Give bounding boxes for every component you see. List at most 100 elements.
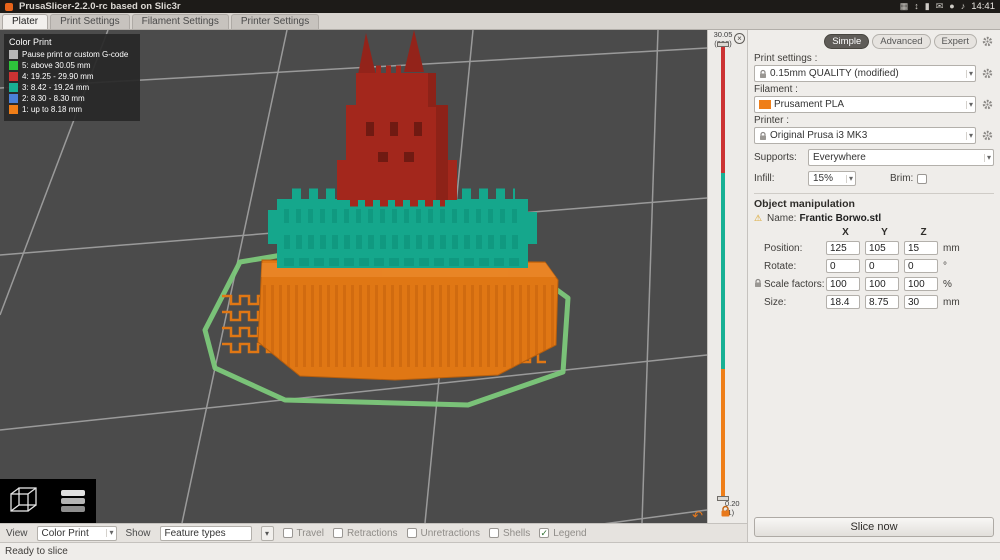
unretractions-checkbox-group: Unretractions (406, 528, 480, 539)
chevron-down-icon: ▾ (965, 131, 973, 140)
position-x-input[interactable] (826, 241, 860, 255)
print-settings-label: Print settings : (754, 53, 818, 64)
filament-gear-icon[interactable] (980, 99, 994, 110)
axis-x-label: X (842, 227, 849, 238)
status-bar: Ready to slice (0, 542, 1000, 560)
retractions-checkbox[interactable] (332, 528, 343, 538)
axis-z-label: Z (920, 227, 927, 238)
volume-icon[interactable]: ♪ (961, 2, 966, 11)
travel-checkbox-group: Travel (282, 528, 324, 539)
retractions-checkbox-group: Retractions (332, 528, 398, 539)
position-z-input[interactable] (904, 241, 938, 255)
preview-view-button[interactable] (48, 479, 96, 523)
rotate-y-input[interactable] (865, 259, 899, 273)
mode-expert-button[interactable]: Expert (933, 34, 977, 49)
shells-checkbox[interactable] (488, 528, 499, 538)
chevron-down-icon: ▾ (106, 529, 114, 537)
scale-row: Scale factors: % (754, 277, 994, 291)
title-bar: PrusaSlicer-2.2.0-rc based on Slic3r ▦ ↕… (0, 0, 1000, 13)
lock-icon (760, 131, 766, 140)
scale-y-input[interactable] (865, 277, 899, 291)
network-icon[interactable]: ↕ (914, 2, 919, 11)
sidebar: Simple Advanced Expert Print settings : … (747, 30, 1000, 542)
axis-header: X Y Z (754, 227, 994, 238)
slice-now-button[interactable]: Slice now (754, 517, 994, 537)
show-features-select[interactable]: Feature types (159, 525, 252, 541)
scale-z-input[interactable] (904, 277, 938, 291)
clock[interactable]: 14:41 (971, 1, 995, 12)
bluetooth-icon[interactable]: ● (949, 2, 954, 11)
legend-swatch (9, 94, 18, 103)
legend-item: 1: up to 8.18 mm (9, 105, 135, 114)
rotate-x-input[interactable] (826, 259, 860, 273)
cube-icon (10, 487, 37, 512)
layer-slider-segment (721, 369, 725, 498)
filament-label: Filament : (754, 84, 798, 95)
tab-printer-settings[interactable]: Printer Settings (230, 14, 320, 29)
app-icon (5, 2, 13, 11)
view-label: View (6, 527, 28, 539)
chevron-down-icon: ▾ (965, 100, 973, 109)
mail-icon[interactable]: ✉ (936, 2, 944, 11)
keyboard-indicator-icon[interactable]: ▦ (900, 2, 909, 11)
print-settings-select[interactable]: 0.15mm QUALITY (modified) ▾ (754, 65, 976, 82)
printer-select[interactable]: Original Prusa i3 MK3 ▾ (754, 127, 976, 144)
3d-viewport[interactable]: Color Print Pause print or custom G-code… (0, 30, 707, 523)
filament-select[interactable]: Prusament PLA ▾ (754, 96, 976, 113)
mode-gear-icon[interactable] (980, 36, 994, 47)
rotate-row: Rotate: ° (754, 259, 994, 273)
mode-simple-button[interactable]: Simple (824, 34, 870, 49)
legend-item: 5: above 30.05 mm (9, 61, 135, 70)
supports-select[interactable]: Everywhere ▾ (808, 149, 994, 166)
size-y-input[interactable] (865, 295, 899, 309)
battery-icon[interactable]: ▮ (925, 2, 930, 11)
legend-item: 2: 8.30 - 8.30 mm (9, 94, 135, 103)
uniform-scale-lock-icon[interactable] (754, 278, 764, 291)
rotate-z-input[interactable] (904, 259, 938, 273)
legend-title: Color Print (9, 37, 52, 47)
legend-item: 3: 8.42 - 19.24 mm (9, 83, 135, 92)
view-select[interactable]: Color Print ▾ (36, 525, 117, 541)
mode-advanced-button[interactable]: Advanced (872, 34, 931, 49)
lock-icon (760, 69, 766, 78)
warning-icon: ⚠ (754, 213, 763, 223)
chevron-down-icon: ▾ (983, 153, 991, 162)
layer-slider-segment (721, 173, 725, 369)
color-print-legend: Color Print Pause print or custom G-code… (4, 34, 140, 121)
legend-swatch (9, 61, 18, 70)
layer-slider-upper-handle[interactable] (717, 42, 729, 47)
scale-x-input[interactable] (826, 277, 860, 291)
object-name-value: Frantic Borwo.stl (799, 213, 882, 224)
status-text: Ready to slice (5, 546, 68, 557)
printer-label: Printer : (754, 115, 790, 126)
legend-swatch (9, 72, 18, 81)
tab-filament-settings[interactable]: Filament Settings (131, 14, 229, 29)
print-settings-gear-icon[interactable] (980, 68, 994, 79)
window-title: PrusaSlicer-2.2.0-rc based on Slic3r (19, 1, 181, 12)
layers-icon (61, 490, 85, 512)
collapse-sidebar-icon[interactable]: × (734, 33, 745, 44)
tab-bar: Plater Print Settings Filament Settings … (0, 13, 1000, 30)
size-x-input[interactable] (826, 295, 860, 309)
legend-swatch (9, 105, 18, 114)
legend-checkbox[interactable]: ✓ (539, 528, 550, 538)
legend-swatch (9, 83, 18, 92)
travel-checkbox[interactable] (282, 528, 293, 538)
legend-swatch (9, 50, 18, 59)
position-y-input[interactable] (865, 241, 899, 255)
tab-plater[interactable]: Plater (2, 14, 49, 29)
printer-gear-icon[interactable] (980, 130, 994, 141)
tab-print-settings[interactable]: Print Settings (50, 14, 130, 29)
shells-checkbox-group: Shells (488, 528, 530, 539)
3d-editor-view-button[interactable] (0, 479, 48, 523)
infill-select[interactable]: 15% ▾ (808, 171, 856, 186)
filament-color-swatch (759, 100, 771, 109)
layer-slider: 30.05 (303) × 0.20 (1) (707, 30, 747, 523)
brim-checkbox[interactable] (917, 173, 928, 184)
size-z-input[interactable] (904, 295, 938, 309)
brim-label: Brim: (890, 173, 914, 184)
discard-color-changes-icon[interactable]: ↶ (692, 509, 703, 522)
lock-icon[interactable] (720, 505, 731, 521)
unretractions-checkbox[interactable] (406, 528, 417, 538)
feature-types-dropdown-button[interactable]: ▾ (260, 525, 274, 541)
